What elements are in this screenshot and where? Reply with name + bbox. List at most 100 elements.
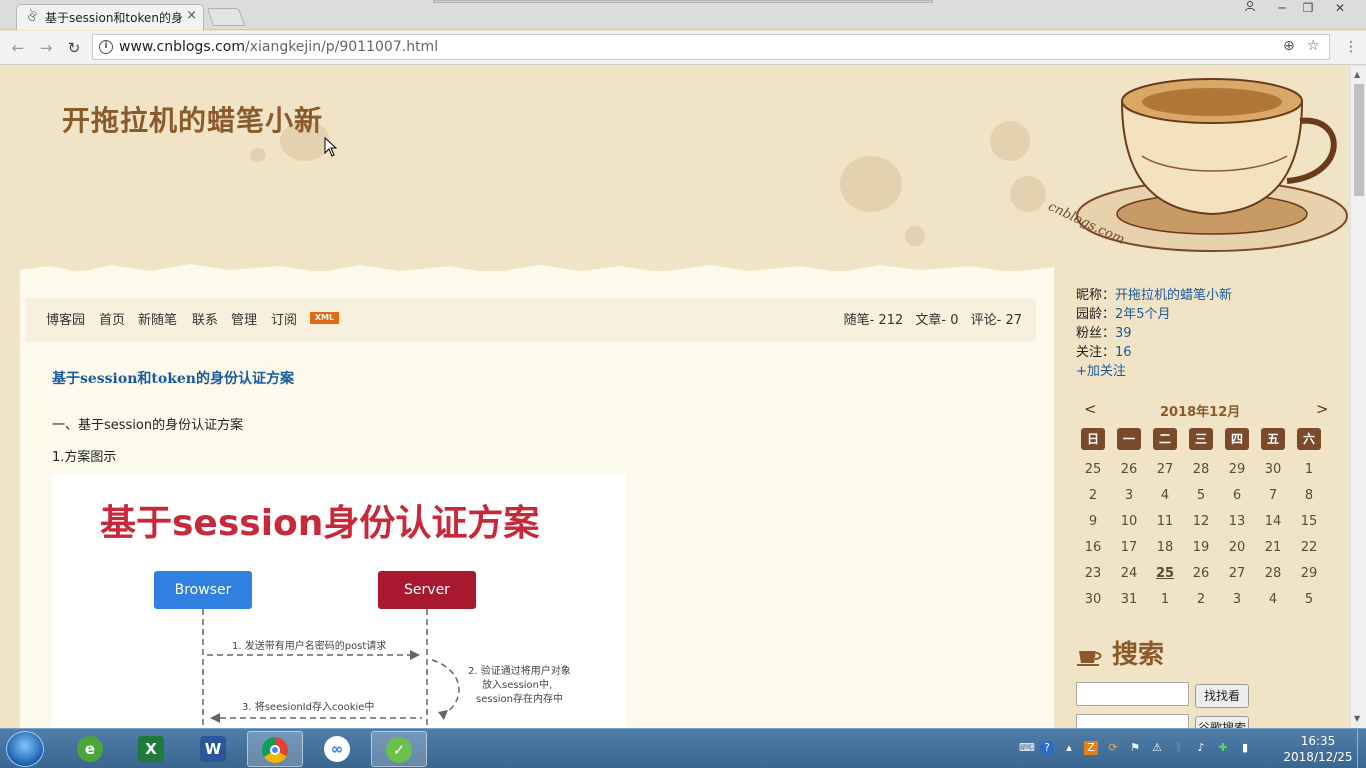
calendar-day[interactable]: 13 bbox=[1221, 514, 1253, 529]
search-input[interactable] bbox=[1076, 682, 1189, 706]
scroll-up-icon[interactable]: ▲ bbox=[1354, 70, 1360, 79]
calendar-day[interactable]: 5 bbox=[1185, 488, 1217, 503]
calendar-day[interactable]: 28 bbox=[1257, 566, 1289, 581]
calendar-day[interactable]: 17 bbox=[1113, 540, 1145, 555]
bookmark-star-icon[interactable]: ☆ bbox=[1307, 38, 1320, 54]
calendar-day[interactable]: 2 bbox=[1077, 488, 1109, 503]
calendar-day[interactable]: 24 bbox=[1113, 566, 1145, 581]
google-search-input[interactable] bbox=[1076, 714, 1189, 728]
nav-subscribe[interactable]: 订阅 bbox=[271, 309, 297, 328]
taskbar-app360[interactable]: ✓ bbox=[371, 731, 427, 767]
calendar-day[interactable]: 29 bbox=[1293, 566, 1325, 581]
calendar-day[interactable]: 30 bbox=[1257, 462, 1289, 477]
tray-expand-icon[interactable]: ▴ bbox=[1062, 741, 1076, 755]
calendar-day[interactable]: 1 bbox=[1149, 592, 1181, 607]
url-text[interactable]: www.cnblogs.com/xiangkejin/p/9011007.htm… bbox=[119, 39, 438, 55]
post-title[interactable]: 基于session和token的身份认证方案 bbox=[52, 368, 294, 388]
find-button[interactable]: 找找看 bbox=[1195, 684, 1249, 708]
fans-link[interactable]: 39 bbox=[1115, 326, 1132, 341]
calendar-day[interactable]: 23 bbox=[1077, 566, 1109, 581]
taskbar-ie[interactable]: e bbox=[62, 731, 118, 767]
calendar-day[interactable]: 3 bbox=[1113, 488, 1145, 503]
calendar-prev-icon[interactable]: < bbox=[1084, 400, 1097, 418]
system-clock[interactable]: 16:35 2018/12/25 bbox=[1283, 733, 1353, 765]
follow-link[interactable]: 16 bbox=[1115, 345, 1132, 360]
new-tab-button[interactable] bbox=[206, 8, 246, 26]
taskbar-chrome[interactable] bbox=[247, 731, 303, 767]
calendar-day[interactable]: 27 bbox=[1149, 462, 1181, 477]
taskbar-excel[interactable]: X bbox=[123, 731, 179, 767]
calendar-day[interactable]: 12 bbox=[1185, 514, 1217, 529]
nav-contact[interactable]: 联系 bbox=[192, 309, 218, 328]
xml-feed-badge[interactable]: XML bbox=[310, 312, 339, 324]
scroll-thumb[interactable] bbox=[1354, 84, 1364, 196]
start-button[interactable] bbox=[6, 731, 44, 767]
calendar-day[interactable]: 15 bbox=[1293, 514, 1325, 529]
blog-title[interactable]: 开拖拉机的蜡笔小新 bbox=[62, 99, 323, 139]
security-icon[interactable]: ✚ bbox=[1216, 741, 1230, 755]
browser-menu-icon[interactable]: ⋮ bbox=[1344, 39, 1358, 55]
bluetooth-icon[interactable]: ᛒ bbox=[1172, 741, 1186, 755]
calendar-day[interactable]: 30 bbox=[1077, 592, 1109, 607]
show-desktop-button[interactable] bbox=[1357, 729, 1366, 768]
calendar-day[interactable]: 3 bbox=[1221, 592, 1253, 607]
network-warning-icon[interactable]: ⚠ bbox=[1150, 741, 1164, 755]
calendar-day[interactable]: 7 bbox=[1257, 488, 1289, 503]
taskbar-word[interactable]: W bbox=[185, 731, 241, 767]
tab-close-icon[interactable]: × bbox=[186, 8, 197, 23]
tab-active[interactable]: ঔ 基于session和token的身 × bbox=[16, 4, 204, 30]
forward-icon[interactable]: → bbox=[36, 38, 56, 58]
calendar-day[interactable]: 19 bbox=[1185, 540, 1217, 555]
calendar-day[interactable]: 10 bbox=[1113, 514, 1145, 529]
zoom-icon[interactable]: ⊕ bbox=[1283, 38, 1295, 54]
profile-icon[interactable] bbox=[1236, 0, 1264, 18]
calendar-day[interactable]: 2 bbox=[1185, 592, 1217, 607]
calendar-day[interactable]: 22 bbox=[1293, 540, 1325, 555]
age-link[interactable]: 2年5个月 bbox=[1115, 307, 1171, 322]
keyboard-icon[interactable]: ⌨ bbox=[1019, 741, 1035, 755]
calendar-day[interactable]: 26 bbox=[1185, 566, 1217, 581]
nav-cnblogs[interactable]: 博客园 bbox=[46, 309, 85, 328]
flag-icon[interactable]: ⚑ bbox=[1128, 741, 1142, 755]
wifi-signal-icon[interactable]: ▮ bbox=[1238, 741, 1252, 755]
calendar-day[interactable]: 27 bbox=[1221, 566, 1253, 581]
info-icon[interactable]: i bbox=[99, 40, 113, 54]
calendar-day[interactable]: 4 bbox=[1257, 592, 1289, 607]
nickname-link[interactable]: 开拖拉机的蜡笔小新 bbox=[1115, 288, 1232, 303]
volume-icon[interactable]: ♪ bbox=[1194, 741, 1208, 755]
reload-icon[interactable]: ↻ bbox=[64, 38, 84, 58]
back-icon[interactable]: ← bbox=[8, 38, 28, 58]
calendar-day[interactable]: 4 bbox=[1149, 488, 1181, 503]
calendar-day[interactable]: 25 bbox=[1077, 462, 1109, 477]
close-window-icon[interactable]: ✕ bbox=[1326, 0, 1354, 18]
nav-new-post[interactable]: 新随笔 bbox=[138, 309, 177, 328]
calendar-day[interactable]: 5 bbox=[1293, 592, 1325, 607]
address-bar[interactable]: i www.cnblogs.com/xiangkejin/p/9011007.h… bbox=[92, 34, 1330, 60]
calendar-next-icon[interactable]: > bbox=[1316, 400, 1329, 418]
restore-icon[interactable]: ❐ bbox=[1294, 0, 1322, 18]
nav-home[interactable]: 首页 bbox=[99, 309, 125, 328]
calendar-day[interactable]: 31 bbox=[1113, 592, 1145, 607]
scroll-down-icon[interactable]: ▼ bbox=[1354, 714, 1360, 723]
calendar-day[interactable]: 26 bbox=[1113, 462, 1145, 477]
help-icon[interactable]: ? bbox=[1040, 741, 1054, 755]
sync-icon[interactable]: ⟳ bbox=[1106, 741, 1120, 755]
calendar-day[interactable]: 1 bbox=[1293, 462, 1325, 477]
input-method-icon[interactable]: Z bbox=[1084, 741, 1098, 755]
calendar-day-today[interactable]: 25 bbox=[1149, 566, 1181, 581]
calendar-day[interactable]: 11 bbox=[1149, 514, 1181, 529]
calendar-day[interactable]: 29 bbox=[1221, 462, 1253, 477]
google-search-button[interactable]: 谷歌搜索 bbox=[1195, 716, 1249, 728]
calendar-day[interactable]: 21 bbox=[1257, 540, 1289, 555]
calendar-day[interactable]: 9 bbox=[1077, 514, 1109, 529]
calendar-day[interactable]: 14 bbox=[1257, 514, 1289, 529]
page-scrollbar[interactable]: ▲ ▼ bbox=[1350, 66, 1366, 728]
taskbar-baidu-netdisk[interactable]: ∞ bbox=[309, 731, 365, 767]
calendar-day[interactable]: 6 bbox=[1221, 488, 1253, 503]
calendar-day[interactable]: 18 bbox=[1149, 540, 1181, 555]
calendar-day[interactable]: 8 bbox=[1293, 488, 1325, 503]
calendar-day[interactable]: 20 bbox=[1221, 540, 1253, 555]
nav-manage[interactable]: 管理 bbox=[231, 309, 257, 328]
calendar-day[interactable]: 16 bbox=[1077, 540, 1109, 555]
add-follow-link[interactable]: +加关注 bbox=[1076, 364, 1126, 379]
